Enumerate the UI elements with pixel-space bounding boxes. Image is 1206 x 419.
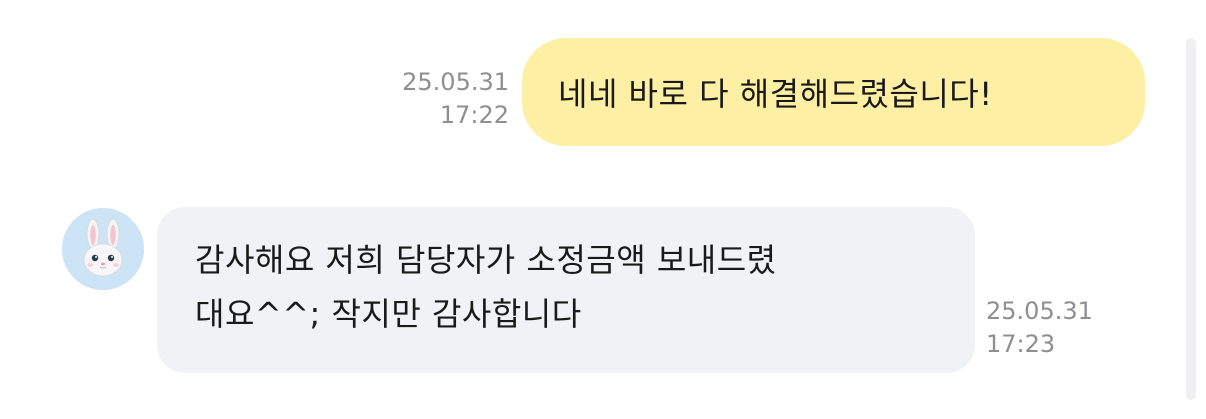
message-time: 17:22 <box>439 101 509 129</box>
incoming-message-bubble[interactable]: 감사해요 저희 담당자가 소정금액 보내드렸 대요^^; 작지만 감사합니다 <box>157 207 975 373</box>
message-date: 25.05.31 <box>402 68 509 96</box>
message-timestamp: 25.05.31 17:23 <box>986 295 1093 361</box>
avatar[interactable] <box>62 208 144 290</box>
message-date: 25.05.31 <box>986 297 1093 325</box>
rabbit-icon <box>62 208 144 290</box>
chat-area: 25.05.31 17:22 네네 바로 다 해결해드렸습니다! 감사해요 저희… <box>0 0 1206 419</box>
message-text: 감사해요 저희 담당자가 소정금액 보내드렸 대요^^; 작지만 감사합니다 <box>195 233 777 341</box>
outgoing-message-bubble[interactable]: 네네 바로 다 해결해드렸습니다! <box>522 38 1145 146</box>
scrollbar[interactable] <box>1186 38 1196 400</box>
message-line: 감사해요 저희 담당자가 소정금액 보내드렸 <box>195 241 777 279</box>
message-line: 대요^^; 작지만 감사합니다 <box>195 295 582 333</box>
message-text: 네네 바로 다 해결해드렸습니다! <box>558 75 993 113</box>
message-time: 17:23 <box>986 330 1056 358</box>
message-timestamp: 25.05.31 17:22 <box>402 66 509 132</box>
